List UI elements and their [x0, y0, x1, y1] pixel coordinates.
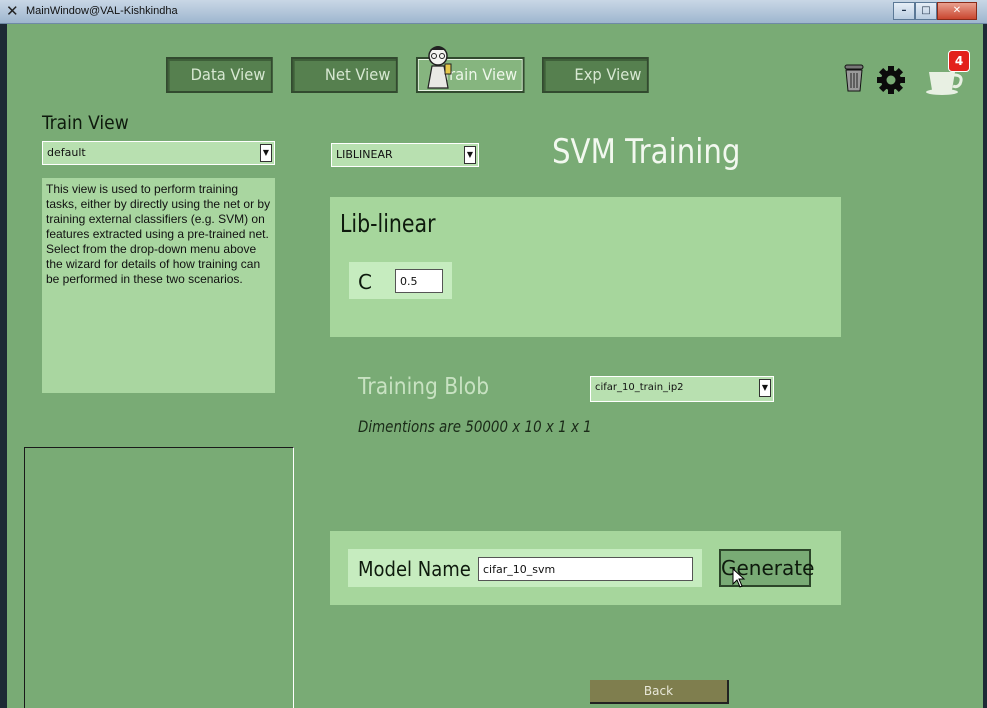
window-right-border — [983, 24, 987, 708]
chevron-down-icon[interactable]: ▼ — [759, 379, 771, 397]
blob-dimensions: Dimentions are 50000 x 10 x 1 x 1 — [358, 417, 592, 436]
close-button[interactable]: ✕ — [937, 2, 977, 20]
tab-data-view[interactable]: Data View — [166, 57, 273, 93]
view-preset-value: default — [47, 146, 86, 159]
mouse-cursor-icon — [732, 568, 746, 588]
model-name-input[interactable] — [478, 557, 693, 581]
gear-icon[interactable] — [876, 65, 906, 95]
c-param-input[interactable] — [395, 269, 443, 293]
train-mascot-icon — [427, 46, 452, 89]
window-title: MainWindow@VAL-Kishkindha — [26, 5, 178, 17]
solver-select[interactable]: LIBLINEAR ▼ — [331, 143, 479, 167]
model-name-label: Model Name — [358, 557, 471, 581]
left-panel-title: Train View — [42, 112, 129, 134]
back-button[interactable]: Back — [590, 680, 729, 704]
training-blob-value: cifar_10_train_ip2 — [595, 382, 684, 393]
notification-badge[interactable]: 4 — [948, 50, 970, 72]
x-app-icon: ✕ — [6, 2, 19, 20]
minimize-button[interactable]: – — [893, 2, 915, 20]
window-left-border — [0, 24, 7, 708]
tab-net-view[interactable]: Net View — [291, 57, 398, 93]
chevron-down-icon[interactable]: ▼ — [464, 146, 476, 164]
trash-icon[interactable] — [842, 64, 866, 92]
training-blob-label: Training Blob — [358, 374, 490, 400]
solver-select-value: LIBLINEAR — [336, 148, 393, 161]
liblinear-title: Lib-linear — [340, 209, 436, 238]
window-controls: – □ ✕ — [893, 2, 977, 20]
tab-exp-view[interactable]: Exp View — [542, 57, 649, 93]
page-title: SVM Training — [552, 132, 741, 172]
preview-panel — [24, 447, 294, 708]
view-description: This view is used to perform training ta… — [42, 178, 275, 393]
c-param-label: C — [358, 270, 372, 294]
training-blob-select[interactable]: cifar_10_train_ip2 ▼ — [590, 376, 774, 402]
maximize-button[interactable]: □ — [915, 2, 937, 20]
window-titlebar: ✕ MainWindow@VAL-Kishkindha – □ ✕ — [0, 0, 987, 24]
view-preset-select[interactable]: default ▼ — [42, 141, 275, 165]
chevron-down-icon[interactable]: ▼ — [260, 144, 272, 162]
